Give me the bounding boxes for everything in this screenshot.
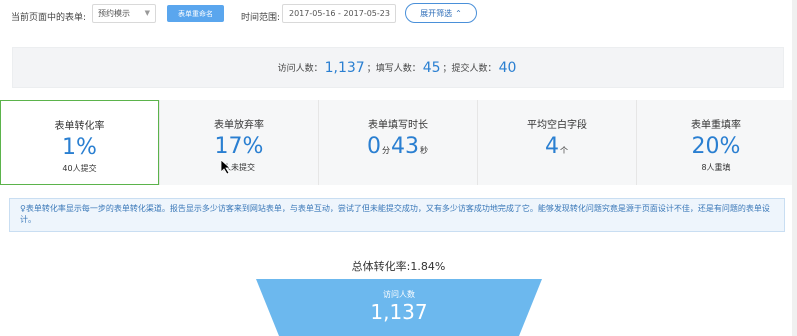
card-sub: 8人重填 xyxy=(701,163,731,172)
seconds-unit: 秒 xyxy=(420,146,428,155)
date-range-input[interactable]: 2017-05-16 - 2017-05-23 xyxy=(282,4,396,23)
card-value: 1% xyxy=(62,135,97,160)
visits-value: 1,137 xyxy=(324,59,365,76)
rename-form-button[interactable]: 表单重命名 xyxy=(167,5,224,22)
card-title: 平均空白字段 xyxy=(527,120,587,131)
card-title: 表单转化率 xyxy=(54,121,105,132)
card-fill-duration[interactable]: 表单填写时长 0分43秒 xyxy=(318,100,477,185)
form-select[interactable]: 预约模示 ▼ xyxy=(92,4,156,23)
submit-label: ；提交人数： xyxy=(442,64,497,74)
card-conversion-rate[interactable]: 表单转化率 1% 40人提交 xyxy=(0,100,159,185)
total-conversion-rate: 总体转化率:1.84% xyxy=(351,260,446,273)
current-form-label: 当前页面中的表单: xyxy=(11,13,87,23)
card-title: 表单填写时长 xyxy=(368,120,428,131)
info-note: ♀表单转化率显示每一步的表单转化渠道。报告显示多少访客来到网站表单，与表单互动，… xyxy=(9,198,785,232)
funnel-step-value: 1,137 xyxy=(370,300,428,324)
fill-value: 45 xyxy=(422,59,441,76)
fill-label: ；填写人数： xyxy=(366,64,421,74)
card-value: 4个 xyxy=(478,134,636,164)
funnel-step-label: 访问人数 xyxy=(383,290,415,299)
card-abandon-rate[interactable]: 表单放弃率 17% 人未提交 xyxy=(159,100,318,185)
card-value: 17% xyxy=(214,134,264,159)
card-title: 表单重填率 xyxy=(691,120,741,131)
card-value: 0分43秒 xyxy=(319,134,477,164)
form-select-value: 预约模示 xyxy=(98,9,130,18)
expand-filter-label: 展开筛选 xyxy=(420,8,453,18)
chevron-down-icon: ▼ xyxy=(144,9,150,17)
expand-filter-button[interactable]: 展开筛选 ⌃ xyxy=(405,3,477,23)
card-sub: 40人提交 xyxy=(62,164,97,173)
chevron-up-icon: ⌃ xyxy=(455,8,462,18)
minutes-unit: 分 xyxy=(382,146,390,155)
time-range-label: 时间范围: xyxy=(241,13,281,23)
minutes-value: 0 xyxy=(367,134,381,159)
card-value: 20% xyxy=(691,134,741,159)
visits-label: 访问人数： xyxy=(277,64,323,74)
metric-cards: 表单转化率 1% 40人提交 表单放弃率 17% 人未提交 表单填写时长 0分4… xyxy=(0,100,797,185)
toolbar: 当前页面中的表单: 预约模示 ▼ 表单重命名 时间范围: 2017-05-16 … xyxy=(0,0,797,32)
blank-fields-unit: 个 xyxy=(560,146,568,155)
summary-bar: 访问人数： 1,137 ；填写人数： 45 ；提交人数： 40 xyxy=(12,47,784,88)
funnel-chart: 访问人数 1,137 xyxy=(256,279,542,336)
mouse-cursor-icon xyxy=(221,160,231,175)
seconds-value: 43 xyxy=(391,134,419,159)
card-title: 表单放弃率 xyxy=(214,120,264,131)
card-blank-fields[interactable]: 平均空白字段 4个 xyxy=(477,100,636,185)
card-refill-rate[interactable]: 表单重填率 20% 8人重填 xyxy=(636,100,795,185)
submit-value: 40 xyxy=(498,59,517,76)
blank-fields-value: 4 xyxy=(545,134,559,159)
info-note-text: 表单转化率显示每一步的表单转化渠道。报告显示多少访客来到网站表单，与表单互动，尝… xyxy=(20,204,770,224)
scrollbar[interactable] xyxy=(792,0,797,336)
card-sub: 人未提交 xyxy=(223,163,255,172)
